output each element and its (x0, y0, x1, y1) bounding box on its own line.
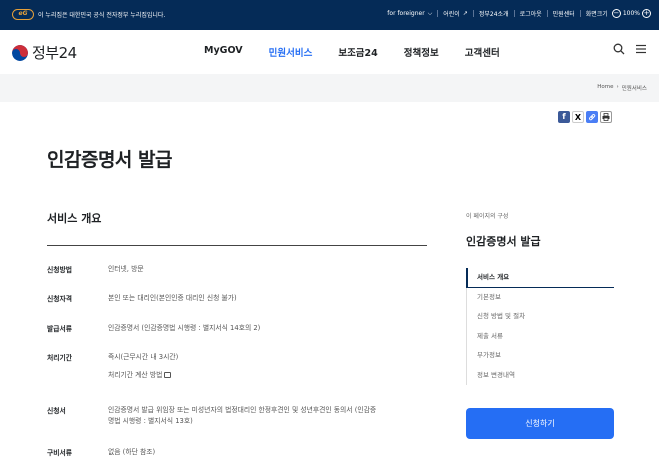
page-title: 인감증명서 발급 (47, 149, 172, 171)
toc-item-submit-docs[interactable]: 제출 서류 (466, 326, 614, 346)
divider (472, 10, 474, 17)
toc-item-basic-info[interactable]: 기본정보 (466, 287, 614, 307)
toc-title: 인감증명서 발급 (466, 235, 541, 248)
breadcrumb: Home › 민원서비스 (597, 84, 647, 92)
nav-civil-service[interactable]: 민원서비스 (269, 45, 313, 59)
apply-button[interactable]: 신청하기 (466, 408, 614, 439)
info-row-required-docs: 구비서류 없음 (하단 참조) (47, 447, 428, 458)
info-row-application-form: 신청서 인감증명서 발급 위임장 또는 미성년자의 법정대리인 한정후견인 및 … (47, 405, 428, 427)
form-text-line2: 명법 시행령 : 별지서식 13호) (108, 417, 193, 425)
nav-policy-info[interactable]: 정책정보 (404, 45, 439, 59)
search-icon[interactable] (613, 43, 625, 55)
info-value: 즉시(근무시간 내 3시간) 처리기간 계산 방법 (108, 352, 428, 381)
info-label: 처리기간 (47, 354, 73, 362)
toc-caption: 이 페이지의 구성 (466, 213, 509, 220)
link-logout[interactable]: 로그아웃 (520, 9, 542, 18)
x-icon[interactable]: X (572, 111, 584, 123)
gov-notice-text: 이 누리집은 대한민국 공식 전자정부 누리집입니다. (38, 12, 166, 19)
info-label: 발급서류 (47, 325, 73, 333)
share-tools: f X (558, 111, 612, 123)
info-value: 본인 또는 대리인(본인인증 대리인 신청 불가) (108, 294, 237, 302)
toc-item-extra-info[interactable]: 부가정보 (466, 346, 614, 366)
breadcrumb-home[interactable]: Home (597, 84, 613, 92)
section-divider (47, 245, 427, 246)
divider (513, 10, 515, 17)
breadcrumb-current[interactable]: 민원서비스 (622, 84, 647, 92)
info-row-method: 신청방법 인터넷, 방문 (47, 264, 428, 275)
external-link-icon: ↗ (462, 10, 468, 17)
toc-item-apply-method[interactable]: 신청 방법 및 절차 (466, 307, 614, 327)
menu-icon[interactable] (635, 43, 647, 55)
gov-notice: eG 이 누리집은 대한민국 공식 전자정부 누리집입니다. (12, 9, 165, 20)
header-actions (613, 43, 647, 55)
taegeuk-icon (12, 44, 28, 61)
popup-icon (164, 372, 172, 378)
nav-mygov[interactable]: MyGOV (204, 45, 243, 59)
chevron-down-icon[interactable]: ⌵ (428, 10, 433, 18)
info-row-documents-issued: 발급서류 인감증명서 (인감증명법 시행령 : 별지서식 14호의 2) (47, 323, 428, 334)
info-label: 구비서류 (47, 449, 73, 457)
link-kids[interactable]: 어린이 (443, 9, 460, 18)
main-nav: MyGOV 민원서비스 보조금24 정책정보 고객센터 (204, 45, 500, 59)
page-toc: 서비스 개요 기본정보 신청 방법 및 절차 제출 서류 부가정보 정보 변경내… (466, 268, 614, 385)
info-row-processing-time: 처리기간 즉시(근무시간 내 3시간) 처리기간 계산 방법 (47, 352, 428, 381)
link-icon[interactable] (586, 111, 598, 123)
info-label: 신청방법 (47, 266, 73, 274)
form-text-line1: 인감증명서 발급 위임장 또는 미성년자의 법정대리인 한정후견인 및 성년후견… (108, 406, 377, 414)
site-header: 정부24 MyGOV 민원서비스 보조금24 정책정보 고객센터 (0, 30, 659, 74)
info-value: 인터넷, 방문 (108, 265, 144, 273)
divider (546, 10, 548, 17)
breadcrumb-bar: Home › 민원서비스 (0, 74, 659, 102)
zoom-label: 화면크기 (585, 11, 608, 18)
processing-time-text: 즉시(근무시간 내 3시간) (108, 353, 179, 361)
nav-customer-center[interactable]: 고객센터 (465, 45, 500, 59)
zoom-value: 100% (622, 10, 640, 17)
link-about[interactable]: 정부24소개 (479, 9, 509, 18)
link-foreigner[interactable]: for foreigner (387, 10, 424, 17)
divider (437, 10, 439, 17)
zoom-out-button[interactable]: − (611, 9, 621, 18)
brand-logo[interactable]: 정부24 (12, 42, 77, 63)
zoom-in-button[interactable]: + (642, 9, 651, 18)
egov-logo: eG (12, 9, 34, 20)
chevron-right-icon: › (616, 84, 619, 90)
info-value: 인감증명서 발급 위임장 또는 미성년자의 법정대리인 한정후견인 및 성년후견… (108, 405, 428, 427)
link-civil-center[interactable]: 민원센터 (553, 9, 575, 18)
divider (579, 10, 581, 17)
nav-subsidy24[interactable]: 보조금24 (338, 45, 377, 59)
info-value: 없음 (하단 참조) (108, 448, 156, 456)
info-value: 인감증명서 (인감증명법 시행령 : 별지서식 14호의 2) (108, 324, 261, 332)
toc-item-overview[interactable]: 서비스 개요 (466, 268, 614, 288)
brand-name: 정부24 (32, 44, 77, 62)
toc-item-change-log[interactable]: 정보 변경내역 (466, 365, 614, 385)
info-row-eligibility: 신청자격 본인 또는 대리인(본인인증 대리인 신청 불가) (47, 293, 428, 304)
print-icon[interactable] (600, 111, 612, 123)
facebook-icon[interactable]: f (558, 111, 570, 123)
section-title-overview: 서비스 개요 (47, 212, 102, 225)
government-banner: eG 이 누리집은 대한민국 공식 전자정부 누리집입니다. for forei… (0, 0, 659, 30)
info-label: 신청서 (47, 407, 66, 415)
processing-time-calc-label: 처리기간 계산 방법 (108, 371, 163, 379)
processing-time-calc-link[interactable]: 처리기간 계산 방법 (108, 370, 428, 381)
info-label: 신청자격 (47, 295, 73, 303)
utility-links: for foreigner ⌵ 어린이 ↗ 정부24소개 로그아웃 민원센터 화… (387, 9, 653, 18)
